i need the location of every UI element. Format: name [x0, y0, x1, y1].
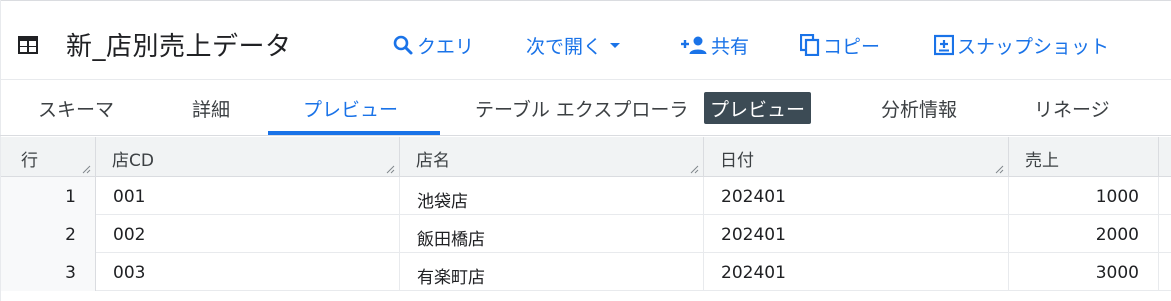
- snapshot-button[interactable]: スナップショット: [934, 32, 1109, 58]
- row-number: 2: [1, 215, 96, 253]
- tab-details[interactable]: 詳細: [192, 80, 230, 136]
- tab-bar: スキーマ 詳細 プレビュー テーブル エクスプローラ 分析情報 リネージ: [0, 80, 1171, 136]
- tab-lineage[interactable]: リネージ: [1034, 80, 1110, 136]
- active-tab-indicator: [268, 131, 440, 135]
- dropdown-arrow-icon: [610, 43, 621, 48]
- tab-schema[interactable]: スキーマ: [38, 80, 114, 136]
- table-header-row: 行 店CD 店名 日付 売上: [1, 137, 1171, 177]
- table-row: 3 003 有楽町店 202401 3000: [1, 253, 1171, 291]
- column-header-sales[interactable]: 売上: [1009, 137, 1159, 177]
- resize-handle-icon[interactable]: [689, 164, 699, 174]
- cell-sales[interactable]: 2000: [1009, 215, 1159, 253]
- cell-sales[interactable]: 3000: [1009, 253, 1159, 291]
- snapshot-icon: [934, 34, 954, 56]
- column-header-label: 日付: [720, 151, 754, 171]
- snapshot-button-label: スナップショット: [957, 35, 1110, 58]
- column-header-label: 店名: [416, 151, 450, 171]
- cell-store-name[interactable]: 飯田橋店: [400, 215, 704, 253]
- cell-store-cd[interactable]: 003: [96, 253, 400, 291]
- open-with-button-label: 次で開く: [526, 35, 603, 58]
- table-icon: [18, 36, 38, 54]
- cell-date[interactable]: 202401: [704, 215, 1009, 253]
- row-number: 3: [1, 253, 96, 291]
- copy-icon: [800, 34, 820, 56]
- query-button-label: クエリ: [417, 35, 475, 58]
- column-header-label: 行: [21, 151, 38, 171]
- resize-handle-icon[interactable]: [994, 164, 1004, 174]
- cell-store-cd[interactable]: 002: [96, 215, 400, 253]
- resize-handle-icon[interactable]: [385, 164, 395, 174]
- copy-button[interactable]: コピー: [800, 32, 880, 58]
- cell-date[interactable]: 202401: [704, 177, 1009, 215]
- page-title: 新_店別売上データ: [66, 32, 292, 62]
- tab-table-explorer[interactable]: テーブル エクスプローラ: [475, 80, 688, 136]
- row-number: 1: [1, 177, 96, 215]
- column-header-store-cd[interactable]: 店CD: [96, 137, 400, 177]
- table-header-bar: 新_店別売上データ クエリ 次で開く 共有 コピー スナップショット: [0, 4, 1171, 80]
- share-button-label: 共有: [711, 35, 750, 58]
- query-button[interactable]: クエリ: [392, 32, 474, 58]
- table-row: 1 001 池袋店 202401 1000: [1, 177, 1171, 215]
- tab-insights[interactable]: 分析情報: [881, 80, 957, 136]
- cell-date[interactable]: 202401: [704, 253, 1009, 291]
- person-add-icon: [681, 36, 707, 54]
- search-icon: [393, 35, 413, 55]
- column-header-label: 店CD: [112, 151, 154, 171]
- column-header-date[interactable]: 日付: [704, 137, 1009, 177]
- column-header-store-name[interactable]: 店名: [400, 137, 704, 177]
- tab-preview[interactable]: プレビュー: [303, 80, 398, 136]
- cell-store-cd[interactable]: 001: [96, 177, 400, 215]
- column-header-row-number[interactable]: 行: [1, 137, 96, 177]
- copy-button-label: コピー: [823, 35, 881, 58]
- resize-handle-icon[interactable]: [81, 164, 91, 174]
- cell-sales[interactable]: 1000: [1009, 177, 1159, 215]
- preview-badge: プレビュー: [704, 92, 812, 124]
- column-header-label: 売上: [1025, 151, 1059, 171]
- open-with-button[interactable]: 次で開く: [526, 32, 624, 58]
- share-button[interactable]: 共有: [680, 32, 749, 58]
- cell-store-name[interactable]: 有楽町店: [400, 253, 704, 291]
- cell-store-name[interactable]: 池袋店: [400, 177, 704, 215]
- table-row: 2 002 飯田橋店 202401 2000: [1, 215, 1171, 253]
